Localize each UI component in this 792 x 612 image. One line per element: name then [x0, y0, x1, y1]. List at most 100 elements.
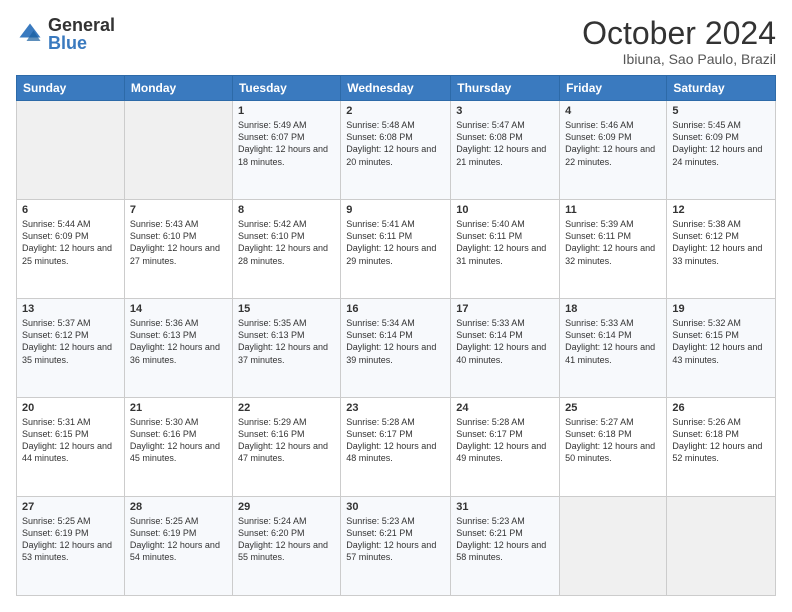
location: Ibiuna, Sao Paulo, Brazil [582, 51, 776, 67]
calendar-cell: 5 Sunrise: 5:45 AMSunset: 6:09 PMDaylight… [667, 101, 776, 200]
cell-content: Sunrise: 5:24 AMSunset: 6:20 PMDaylight:… [238, 515, 335, 564]
cell-content: Sunrise: 5:35 AMSunset: 6:13 PMDaylight:… [238, 317, 335, 366]
cell-content: Sunrise: 5:28 AMSunset: 6:17 PMDaylight:… [346, 416, 445, 465]
calendar-cell: 16Sunrise: 5:34 AMSunset: 6:14 PMDayligh… [341, 299, 451, 398]
page: General Blue October 2024 Ibiuna, Sao Pa… [0, 0, 792, 612]
calendar-cell: 4 Sunrise: 5:46 AMSunset: 6:09 PMDaylight… [560, 101, 667, 200]
cell-content: Sunrise: 5:49 AMSunset: 6:07 PMDaylight:… [238, 119, 335, 168]
day-number: 4 [565, 105, 661, 117]
weekday-header-tuesday: Tuesday [232, 76, 340, 101]
weekday-header-thursday: Thursday [451, 76, 560, 101]
day-number: 25 [565, 402, 661, 414]
calendar-cell: 3 Sunrise: 5:47 AMSunset: 6:08 PMDaylight… [451, 101, 560, 200]
day-number: 2 [346, 105, 445, 117]
day-number: 6 [22, 204, 119, 216]
calendar-cell [560, 497, 667, 596]
cell-content: Sunrise: 5:45 AMSunset: 6:09 PMDaylight:… [672, 119, 770, 168]
calendar-cell: 29 Sunrise: 5:24 AMSunset: 6:20 PMDayligh… [232, 497, 340, 596]
calendar-cell: 9 Sunrise: 5:41 AMSunset: 6:11 PMDaylight… [341, 200, 451, 299]
cell-content: Sunrise: 5:33 AMSunset: 6:14 PMDaylight:… [565, 317, 661, 366]
cell-content: Sunrise: 5:25 AMSunset: 6:19 PMDaylight:… [22, 515, 119, 564]
day-number: 28 [130, 501, 227, 513]
day-number: 19 [672, 303, 770, 315]
day-number: 29 [238, 501, 335, 513]
logo-general-text: General [48, 15, 115, 35]
weekday-header-row: SundayMondayTuesdayWednesdayThursdayFrid… [17, 76, 776, 101]
calendar-cell [667, 497, 776, 596]
day-number: 15 [238, 303, 335, 315]
day-number: 7 [130, 204, 227, 216]
day-number: 30 [346, 501, 445, 513]
calendar-cell: 20 Sunrise: 5:31 AMSunset: 6:15 PMDayligh… [17, 398, 125, 497]
week-row-2: 13 Sunrise: 5:37 AMSunset: 6:12 PMDayligh… [17, 299, 776, 398]
calendar-cell: 10 Sunrise: 5:40 AMSunset: 6:11 PMDayligh… [451, 200, 560, 299]
cell-content: Sunrise: 5:34 AMSunset: 6:14 PMDaylight:… [346, 317, 445, 366]
calendar-cell: 24Sunrise: 5:28 AMSunset: 6:17 PMDayligh… [451, 398, 560, 497]
cell-content: Sunrise: 5:46 AMSunset: 6:09 PMDaylight:… [565, 119, 661, 168]
weekday-header-saturday: Saturday [667, 76, 776, 101]
calendar-cell: 22 Sunrise: 5:29 AMSunset: 6:16 PMDayligh… [232, 398, 340, 497]
day-number: 23 [346, 402, 445, 414]
day-number: 21 [130, 402, 227, 414]
cell-content: Sunrise: 5:37 AMSunset: 6:12 PMDaylight:… [22, 317, 119, 366]
day-number: 3 [456, 105, 554, 117]
cell-content: Sunrise: 5:31 AMSunset: 6:15 PMDaylight:… [22, 416, 119, 465]
day-number: 5 [672, 105, 770, 117]
day-number: 18 [565, 303, 661, 315]
cell-content: Sunrise: 5:48 AMSunset: 6:08 PMDaylight:… [346, 119, 445, 168]
logo-icon [16, 20, 44, 48]
week-row-4: 27Sunrise: 5:25 AMSunset: 6:19 PMDayligh… [17, 497, 776, 596]
calendar-cell: 14Sunrise: 5:36 AMSunset: 6:13 PMDayligh… [124, 299, 232, 398]
day-number: 22 [238, 402, 335, 414]
cell-content: Sunrise: 5:29 AMSunset: 6:16 PMDaylight:… [238, 416, 335, 465]
calendar-cell: 7Sunrise: 5:43 AMSunset: 6:10 PMDaylight… [124, 200, 232, 299]
calendar-cell: 6 Sunrise: 5:44 AMSunset: 6:09 PMDaylight… [17, 200, 125, 299]
day-number: 31 [456, 501, 554, 513]
calendar-table: SundayMondayTuesdayWednesdayThursdayFrid… [16, 75, 776, 596]
cell-content: Sunrise: 5:39 AMSunset: 6:11 PMDaylight:… [565, 218, 661, 267]
day-number: 11 [565, 204, 661, 216]
calendar-cell: 2 Sunrise: 5:48 AMSunset: 6:08 PMDaylight… [341, 101, 451, 200]
day-number: 14 [130, 303, 227, 315]
day-number: 1 [238, 105, 335, 117]
cell-content: Sunrise: 5:30 AMSunset: 6:16 PMDaylight:… [130, 416, 227, 465]
cell-content: Sunrise: 5:23 AMSunset: 6:21 PMDaylight:… [346, 515, 445, 564]
cell-content: Sunrise: 5:33 AMSunset: 6:14 PMDaylight:… [456, 317, 554, 366]
calendar-cell: 23 Sunrise: 5:28 AMSunset: 6:17 PMDayligh… [341, 398, 451, 497]
day-number: 10 [456, 204, 554, 216]
calendar-cell: 30 Sunrise: 5:23 AMSunset: 6:21 PMDayligh… [341, 497, 451, 596]
calendar-cell [124, 101, 232, 200]
cell-content: Sunrise: 5:28 AMSunset: 6:17 PMDaylight:… [456, 416, 554, 465]
calendar-cell: 15 Sunrise: 5:35 AMSunset: 6:13 PMDayligh… [232, 299, 340, 398]
calendar-cell: 13 Sunrise: 5:37 AMSunset: 6:12 PMDayligh… [17, 299, 125, 398]
weekday-header-friday: Friday [560, 76, 667, 101]
calendar-cell: 25Sunrise: 5:27 AMSunset: 6:18 PMDayligh… [560, 398, 667, 497]
calendar-cell: 18 Sunrise: 5:33 AMSunset: 6:14 PMDayligh… [560, 299, 667, 398]
week-row-3: 20 Sunrise: 5:31 AMSunset: 6:15 PMDayligh… [17, 398, 776, 497]
cell-content: Sunrise: 5:40 AMSunset: 6:11 PMDaylight:… [456, 218, 554, 267]
cell-content: Sunrise: 5:44 AMSunset: 6:09 PMDaylight:… [22, 218, 119, 267]
weekday-header-sunday: Sunday [17, 76, 125, 101]
cell-content: Sunrise: 5:41 AMSunset: 6:11 PMDaylight:… [346, 218, 445, 267]
cell-content: Sunrise: 5:25 AMSunset: 6:19 PMDaylight:… [130, 515, 227, 564]
month-title: October 2024 [582, 16, 776, 51]
weekday-header-monday: Monday [124, 76, 232, 101]
calendar-cell: 28 Sunrise: 5:25 AMSunset: 6:19 PMDayligh… [124, 497, 232, 596]
header: General Blue October 2024 Ibiuna, Sao Pa… [16, 16, 776, 67]
day-number: 20 [22, 402, 119, 414]
day-number: 26 [672, 402, 770, 414]
cell-content: Sunrise: 5:47 AMSunset: 6:08 PMDaylight:… [456, 119, 554, 168]
cell-content: Sunrise: 5:23 AMSunset: 6:21 PMDaylight:… [456, 515, 554, 564]
calendar-cell: 8Sunrise: 5:42 AMSunset: 6:10 PMDaylight… [232, 200, 340, 299]
day-number: 13 [22, 303, 119, 315]
calendar-cell: 12Sunrise: 5:38 AMSunset: 6:12 PMDayligh… [667, 200, 776, 299]
cell-content: Sunrise: 5:32 AMSunset: 6:15 PMDaylight:… [672, 317, 770, 366]
calendar-cell: 11 Sunrise: 5:39 AMSunset: 6:11 PMDayligh… [560, 200, 667, 299]
calendar-cell: 21 Sunrise: 5:30 AMSunset: 6:16 PMDayligh… [124, 398, 232, 497]
calendar-cell: 31 Sunrise: 5:23 AMSunset: 6:21 PMDayligh… [451, 497, 560, 596]
calendar-cell: 17Sunrise: 5:33 AMSunset: 6:14 PMDayligh… [451, 299, 560, 398]
week-row-1: 6 Sunrise: 5:44 AMSunset: 6:09 PMDaylight… [17, 200, 776, 299]
cell-content: Sunrise: 5:26 AMSunset: 6:18 PMDaylight:… [672, 416, 770, 465]
day-number: 9 [346, 204, 445, 216]
calendar-cell: 1 Sunrise: 5:49 AMSunset: 6:07 PMDaylight… [232, 101, 340, 200]
